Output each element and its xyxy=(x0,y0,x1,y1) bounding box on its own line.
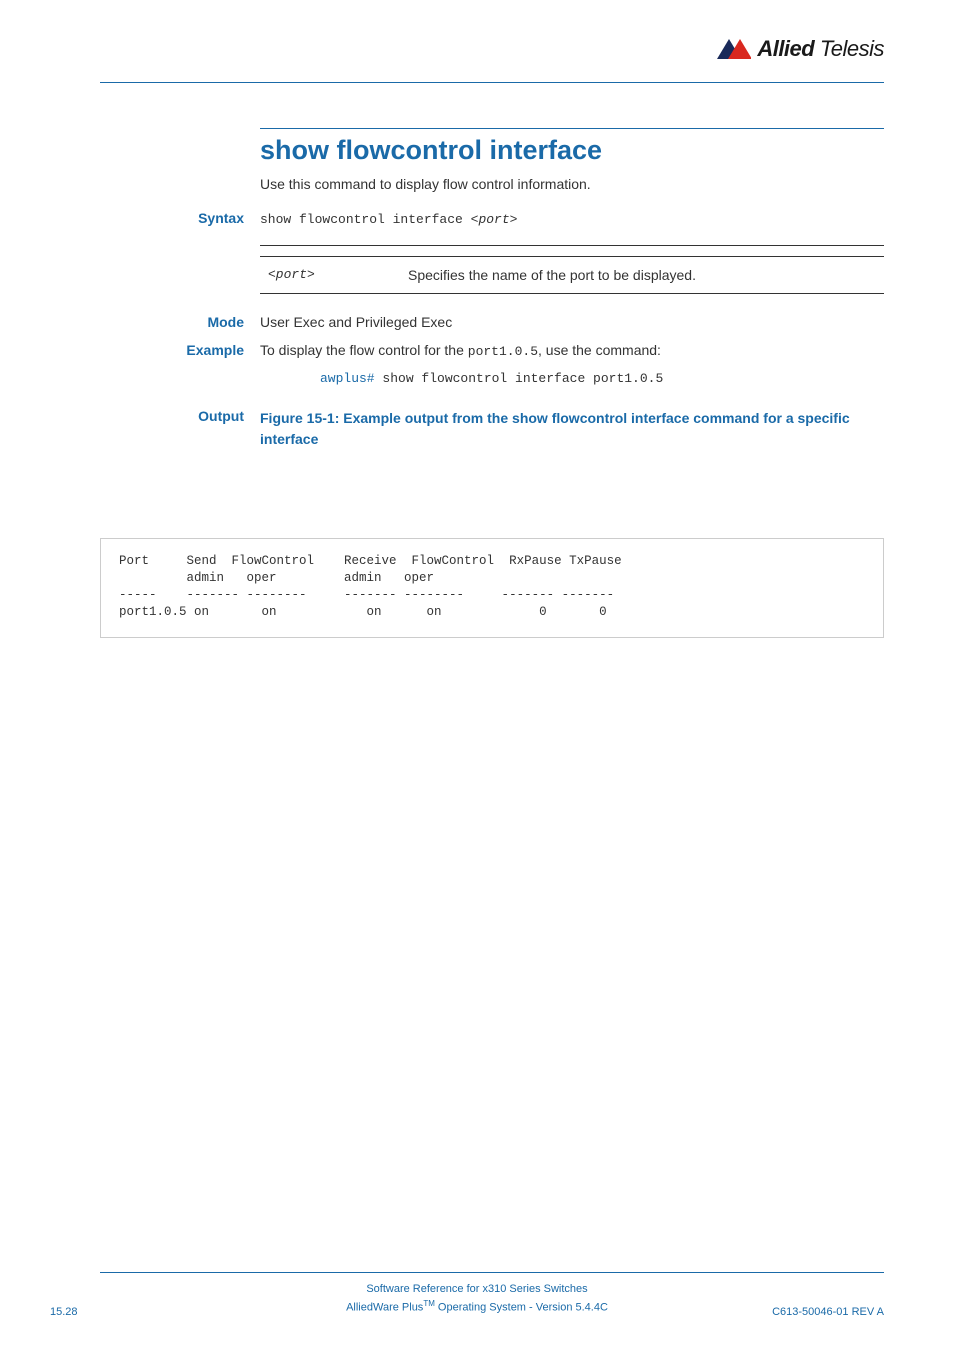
mode-body: User Exec and Privileged Exec xyxy=(260,314,884,330)
table-row: <port> Specifies the name of the port to… xyxy=(260,257,884,293)
param-name: <port> xyxy=(268,267,368,283)
output-row: Output Figure 15-1: Example output from … xyxy=(100,408,884,450)
footer-page-left: 15.28 xyxy=(50,1306,78,1318)
cli-prompt: awplus# xyxy=(320,371,375,386)
mode-row: Mode User Exec and Privileged Exec xyxy=(100,314,884,330)
syntax-label: Syntax xyxy=(100,210,260,226)
output-label: Output xyxy=(100,408,260,424)
example-body: To display the flow control for the port… xyxy=(260,342,884,386)
intro-text: Use this command to display flow control… xyxy=(260,176,884,192)
cli-command: show flowcontrol interface port1.0.5 xyxy=(375,371,664,386)
logo-brand-strong: Allied xyxy=(757,36,814,61)
mode-label: Mode xyxy=(100,314,260,330)
title-rule xyxy=(260,128,884,129)
header-rule xyxy=(100,82,884,83)
logo-brand-light: Telesis xyxy=(814,36,884,61)
example-text-before: To display the flow control for the xyxy=(260,342,468,358)
example-inline-code: port1.0.5 xyxy=(468,344,538,359)
example-text-after: , use the command: xyxy=(538,342,661,358)
syntax-cmd-param: <port> xyxy=(471,212,518,227)
table-rule-bottom xyxy=(260,293,884,294)
footer-rule xyxy=(100,1272,884,1273)
syntax-body: show flowcontrol interface <port> xyxy=(260,210,884,227)
page: Allied Telesis show flowcontrol interfac… xyxy=(0,0,954,1350)
param-desc: Specifies the name of the port to be dis… xyxy=(408,267,876,283)
footer: Software Reference for x310 Series Switc… xyxy=(0,1272,954,1316)
brand-logo: Allied Telesis xyxy=(717,36,884,62)
content: show flowcontrol interface Use this comm… xyxy=(100,128,884,462)
logo-text: Allied Telesis xyxy=(757,36,884,62)
footer-line1: Software Reference for x310 Series Switc… xyxy=(0,1281,954,1298)
param-table: <port> Specifies the name of the port to… xyxy=(260,245,884,294)
command-block: awplus# show flowcontrol interface port1… xyxy=(320,369,884,386)
footer-line2-post: Operating System - Version 5.4.4C xyxy=(435,1302,608,1314)
footer-line2-pre: AlliedWare Plus xyxy=(346,1302,423,1314)
logo-icon xyxy=(717,39,751,59)
figure-output-box: Port Send FlowControl Receive FlowContro… xyxy=(100,538,884,638)
page-title: show flowcontrol interface xyxy=(260,135,884,166)
syntax-cmd-prefix: show flowcontrol interface xyxy=(260,212,471,227)
output-caption: Figure 15-1: Example output from the sho… xyxy=(260,408,884,450)
footer-tm: TM xyxy=(423,1299,435,1308)
footer-page-right: C613-50046-01 REV A xyxy=(772,1306,884,1318)
syntax-row: Syntax show flowcontrol interface <port> xyxy=(100,210,884,227)
example-label: Example xyxy=(100,342,260,358)
example-row: Example To display the flow control for … xyxy=(100,342,884,386)
